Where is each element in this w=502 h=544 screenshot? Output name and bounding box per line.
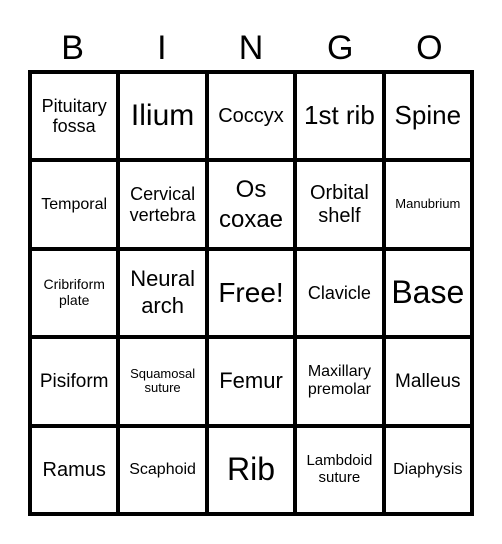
bingo-cell[interactable]: Ilium <box>120 74 205 159</box>
header-letter-i: I <box>157 29 167 67</box>
bingo-cell[interactable]: Ramus <box>32 427 117 512</box>
bingo-cell[interactable]: Pituitary fossa <box>32 74 117 159</box>
bingo-cell[interactable]: Lambdoid suture <box>297 427 382 512</box>
bingo-cell[interactable]: Neural arch <box>120 250 205 336</box>
bingo-board: Pituitary fossa Ilium Coccyx 1st rib Spi… <box>28 70 474 516</box>
bingo-cell[interactable]: Rib <box>208 427 294 512</box>
free-space-cell[interactable]: Free! <box>208 250 294 336</box>
bingo-cell[interactable]: Manubrium <box>385 162 470 247</box>
bingo-header: B I N G O <box>28 26 474 70</box>
bingo-cell[interactable]: Temporal <box>32 162 117 247</box>
bingo-cell[interactable]: Pisiform <box>32 339 117 424</box>
header-letter-o: O <box>416 29 443 67</box>
bingo-cell[interactable]: Malleus <box>385 339 470 424</box>
bingo-cell[interactable]: Cervical vertebra <box>120 162 205 247</box>
bingo-cell[interactable]: Os coxae <box>208 162 294 247</box>
header-letter-b: B <box>61 29 84 67</box>
bingo-cell[interactable]: Clavicle <box>297 250 382 336</box>
bingo-cell[interactable]: Orbital shelf <box>297 162 382 247</box>
bingo-cell[interactable]: Maxillary premolar <box>297 339 382 424</box>
bingo-cell[interactable]: Coccyx <box>208 74 294 159</box>
bingo-cell[interactable]: Cribriform plate <box>32 250 117 336</box>
bingo-cell[interactable]: Diaphysis <box>385 427 470 512</box>
bingo-cell[interactable]: Squamosal suture <box>120 339 205 424</box>
header-letter-g: G <box>326 29 354 67</box>
bingo-cell[interactable]: Base <box>385 250 470 336</box>
bingo-cell[interactable]: Scaphoid <box>120 427 205 512</box>
bingo-cell[interactable]: 1st rib <box>297 74 382 159</box>
header-letter-n: N <box>238 29 264 67</box>
bingo-cell[interactable]: Femur <box>208 339 294 424</box>
bingo-cell[interactable]: Spine <box>385 74 470 159</box>
